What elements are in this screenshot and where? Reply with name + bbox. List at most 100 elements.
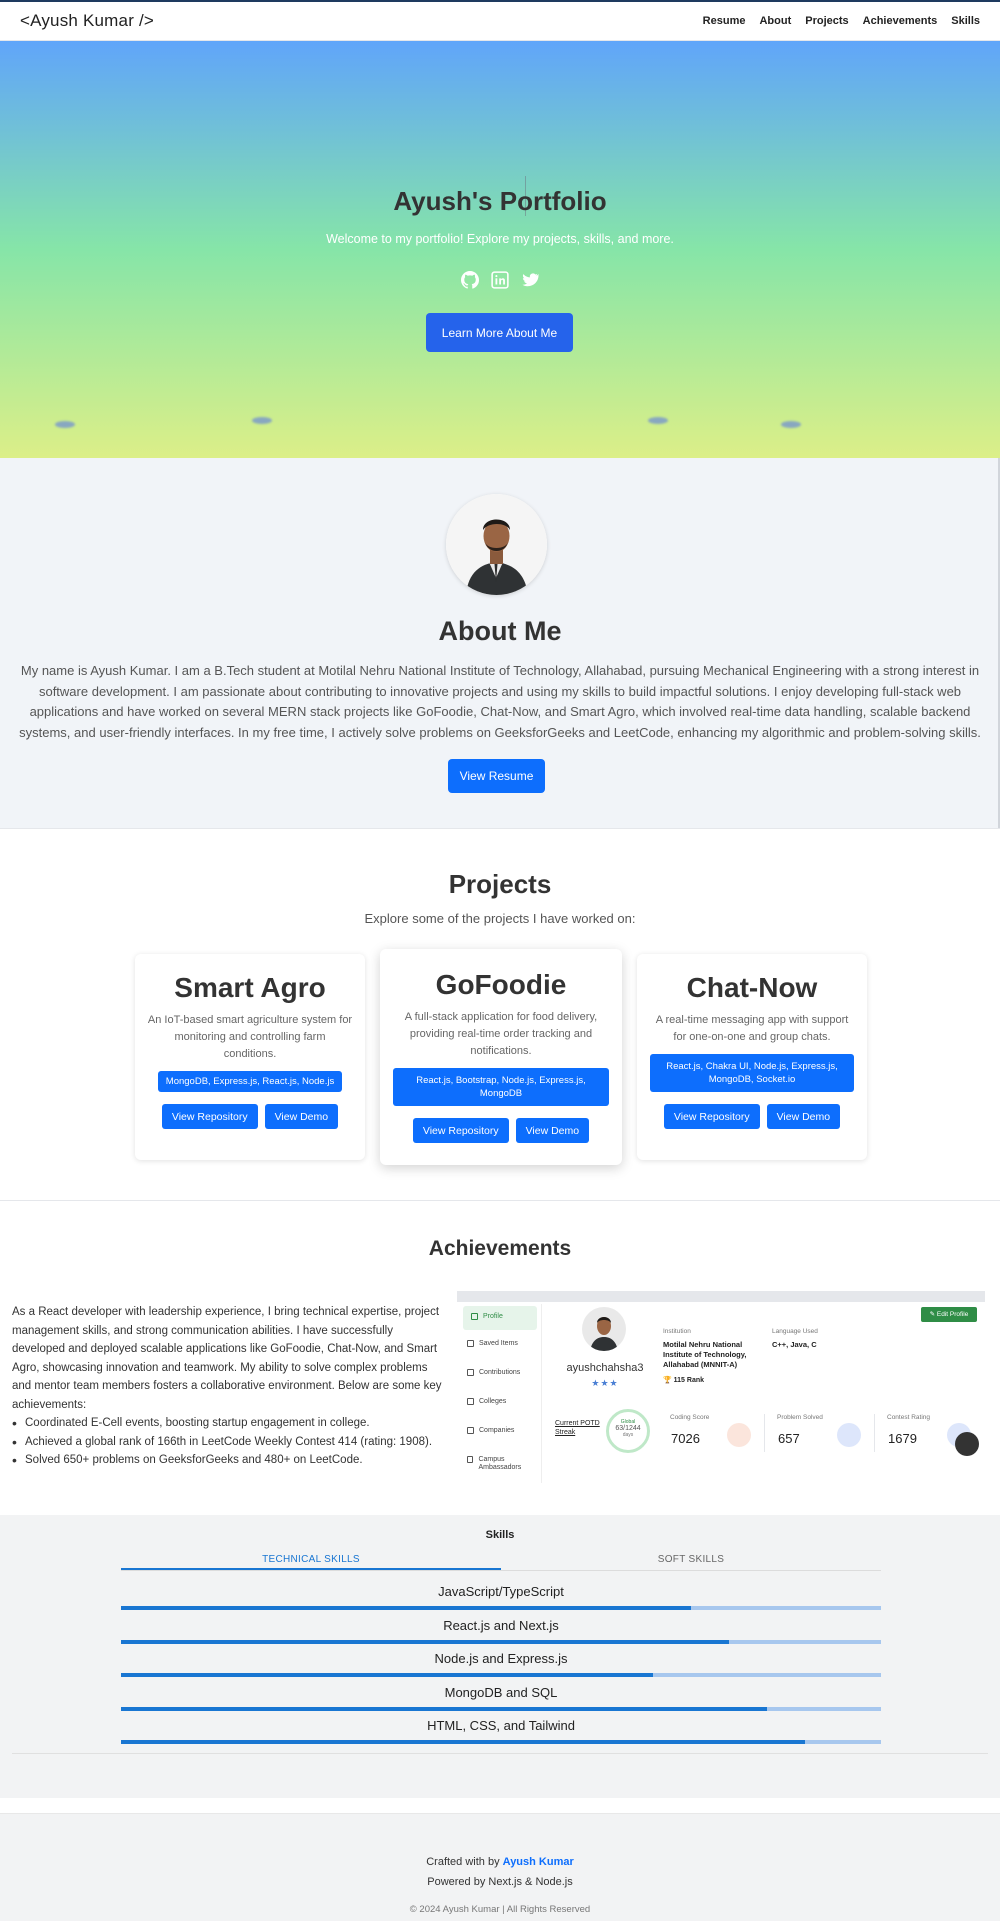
decor-blob [252,417,272,424]
github-icon[interactable] [461,271,480,289]
project-title: Chat-Now [686,972,818,1003]
contest-rating-label: Contest Rating [887,1414,930,1421]
skill-progress-bar [121,1740,881,1744]
social-links [0,271,1000,289]
navbar: <Ayush Kumar /> Resume About Projects Ac… [0,0,1000,41]
tab-technical-skills[interactable]: TECHNICAL SKILLS [121,1549,501,1570]
list-item: Achieved a global rank of 166th in LeetC… [12,1433,447,1452]
user-icon [471,1313,478,1320]
skill-name: React.js and Next.js [443,1617,559,1633]
twitter-icon[interactable] [521,271,540,289]
view-repository-button[interactable]: View Repository [663,1104,760,1129]
about-section: About Me My name is Ayush Kumar. I am a … [0,458,1000,828]
potd-streak-link: Current POTD Streak [555,1420,600,1436]
brand-logo[interactable]: <Ayush Kumar /> [20,11,154,31]
skill-item: JavaScript/TypeScript [121,1584,881,1610]
achievements-intro: As a React developer with leadership exp… [12,1306,442,1411]
skill-progress-bar [121,1639,881,1644]
achievements-text: As a React developer with leadership exp… [12,1303,447,1470]
decor-blob [781,421,801,428]
decor-blob [648,417,668,424]
view-demo-button[interactable]: View Demo [264,1104,339,1129]
edit-profile-button: ✎ Edit Profile [921,1307,977,1322]
view-repository-button[interactable]: View Repository [412,1118,509,1143]
streak-ring: Global 63/1244 days [606,1409,650,1453]
language-value: C++, Java, C [772,1340,817,1349]
skill-item: Node.js and Express.js [121,1651,881,1677]
project-title: Smart Agro [174,972,326,1003]
decor-blob [55,421,75,428]
sidebar-item-saved: Saved Items [459,1332,541,1361]
problems-solved-label: Problem Solved [777,1414,823,1421]
nav-link-skills[interactable]: Skills [951,15,980,27]
nav-link-resume[interactable]: Resume [703,15,746,27]
nav-link-about[interactable]: About [759,15,791,27]
projects-subtitle: Explore some of the projects I have work… [364,911,636,926]
project-card-chat-now: Chat-Now A real-time messaging app with … [637,954,867,1160]
nav-link-projects[interactable]: Projects [805,15,848,27]
view-resume-button[interactable]: View Resume [448,759,545,793]
people-icon [467,1456,474,1463]
skill-progress-fill [121,1606,691,1610]
view-repository-button[interactable]: View Repository [161,1104,258,1129]
skills-title: Skills [485,1529,515,1541]
sidebar-item-contributions: Contributions [459,1361,541,1390]
institution-rank: 🏆 115 Rank [663,1377,705,1384]
sidebar-item-colleges: Colleges [459,1390,541,1419]
project-description: A full-stack application for food delive… [404,1011,598,1057]
avatar [446,494,547,595]
sidebar-item-profile: Profile [463,1306,537,1330]
institution-label: Institution [663,1328,691,1335]
skill-progress-bar [121,1673,881,1677]
nav-link-achievements[interactable]: Achievements [863,15,938,27]
skill-progress-bar [121,1606,881,1610]
skills-section: Skills TECHNICAL SKILLS SOFT SKILLS Java… [0,1515,1000,1798]
projects-title: Projects [448,869,552,899]
skill-progress-fill [121,1673,653,1677]
tab-soft-skills[interactable]: SOFT SKILLS [501,1549,881,1570]
profile-avatar [582,1307,626,1351]
skill-name: HTML, CSS, and Tailwind [427,1718,575,1733]
project-card-smart-agro: Smart Agro An IoT-based smart agricultur… [135,954,365,1160]
about-description: My name is Ayush Kumar. I am a B.Tech st… [19,663,981,740]
bookmark-icon [467,1340,474,1347]
view-demo-button[interactable]: View Demo [515,1118,590,1143]
skills-tabs: TECHNICAL SKILLS SOFT SKILLS [121,1549,881,1571]
skill-progress-fill [121,1706,767,1711]
footer-credit: Crafted with by Ayush Kumar [426,1856,574,1868]
skill-progress-fill [121,1740,805,1744]
about-title: About Me [438,616,562,646]
achievements-section: Achievements As a React developer with l… [0,1200,1000,1515]
list-item: Coordinated E-Cell events, boosting star… [12,1414,447,1433]
list-item: Solved 650+ problems on GeeksforGeeks an… [12,1451,447,1470]
hero-subtitle: Welcome to my portfolio! Explore my proj… [326,232,674,246]
skill-item: HTML, CSS, and Tailwind [121,1718,881,1744]
hero-title: Ayush's Portfolio [393,186,607,216]
view-demo-button[interactable]: View Demo [766,1104,841,1129]
document-icon [467,1369,474,1376]
project-card-gofoodie: GoFoodie A full-stack application for fo… [380,949,622,1165]
profile-username: ayushchahsha3 [566,1362,644,1374]
project-title: GoFoodie [435,969,567,1000]
gfg-profile-screenshot: Profile Saved Items Contributions Colleg… [457,1291,985,1483]
skill-name: Node.js and Express.js [434,1651,568,1666]
learn-more-button[interactable]: Learn More About Me [426,313,573,352]
graduation-cap-icon [467,1398,474,1405]
nav-links: Resume About Projects Achievements Skill… [703,15,980,27]
contest-rating-value: 1679 [888,1431,917,1446]
building-icon [467,1427,474,1434]
sidebar-item-ambassadors: Campus Ambassadors [459,1448,541,1477]
problems-solved-value: 657 [778,1431,800,1446]
institution-value: Motilal Nehru National Institute of Tech… [663,1340,747,1369]
score-icon [727,1423,751,1447]
project-description: A real-time messaging app with support f… [655,1014,849,1043]
share-icon [955,1432,979,1456]
projects-section: Projects Explore some of the projects I … [0,828,1000,1200]
language-label: Language Used [772,1328,818,1335]
author-link[interactable]: Ayush Kumar [503,1856,574,1868]
tech-stack-badge: MongoDB, Express.js, React.js, Node.js [157,1071,343,1092]
footer: Crafted with by Ayush Kumar Powered by N… [0,1813,1000,1921]
tech-stack-badge: React.js, Bootstrap, Node.js, Express.js… [393,1068,609,1106]
linkedin-icon[interactable] [491,271,509,289]
achievements-list: Coordinated E-Cell events, boosting star… [12,1414,447,1470]
